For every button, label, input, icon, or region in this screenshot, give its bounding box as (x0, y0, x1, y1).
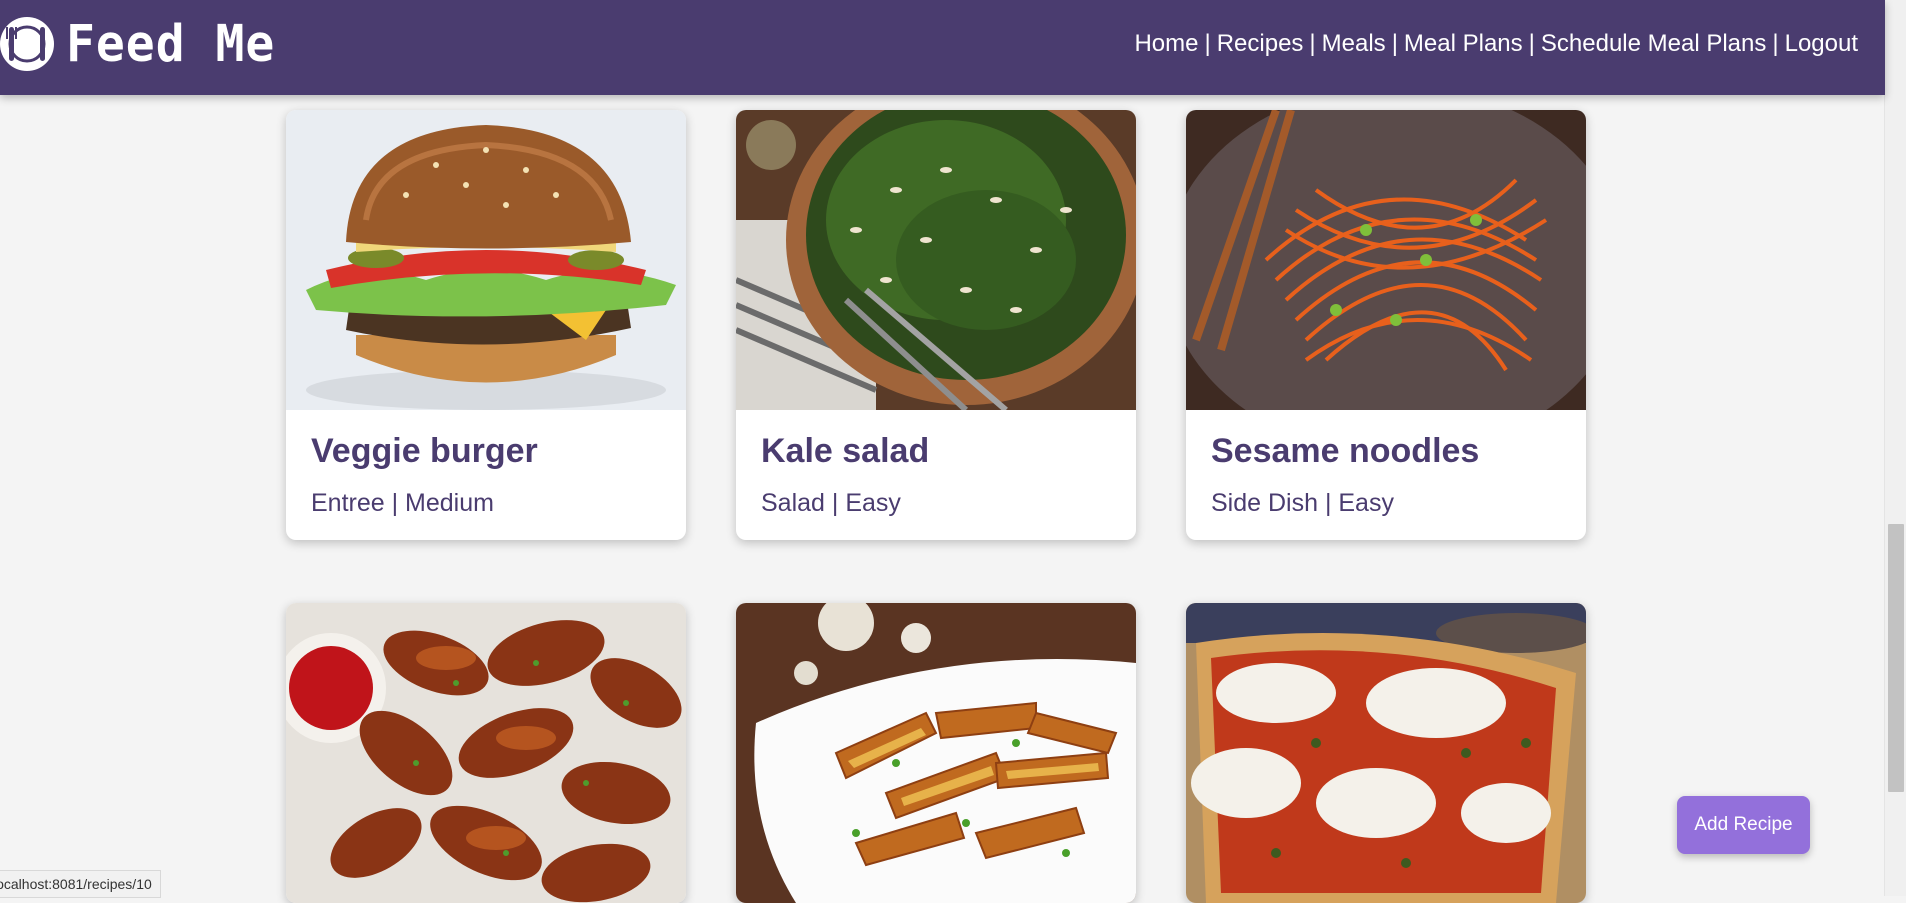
status-url: localhost:8081/recipes/10 (0, 876, 152, 892)
recipe-card-potato-wedges[interactable] (736, 603, 1136, 903)
nav-recipes[interactable]: Recipes (1217, 30, 1304, 57)
add-recipe-button[interactable]: Add Recipe (1677, 796, 1810, 854)
pizza-image (1186, 603, 1586, 903)
nav-separator: | (1204, 30, 1211, 57)
recipe-card-sesame-noodles[interactable]: Sesame noodles Side Dish | Easy (1186, 110, 1586, 540)
sesame-noodles-image (1186, 110, 1586, 410)
nav-separator: | (1528, 30, 1535, 57)
app-header: Feed Me Home | Recipes | Meals | Meal Plans | Sc… (0, 0, 1885, 95)
nav-meal-plans[interactable]: Meal Plans (1404, 30, 1523, 57)
nav-home[interactable]: Home (1134, 30, 1198, 57)
vertical-scrollbar[interactable] (1884, 0, 1906, 896)
app-name: Feed Me (66, 14, 276, 74)
logo[interactable]: Feed Me (0, 14, 275, 74)
potato-wedges-image (736, 603, 1136, 903)
veggie-burger-image (286, 110, 686, 410)
recipe-card-kale-salad[interactable]: Kale salad Salad | Easy (736, 110, 1136, 540)
recipe-card-wings[interactable] (286, 603, 686, 903)
nav-schedule-meal-plans[interactable]: Schedule Meal Plans (1541, 30, 1766, 57)
nav-separator: | (1309, 30, 1316, 57)
scrollbar-thumb[interactable] (1888, 524, 1904, 792)
nav-separator: | (1391, 30, 1398, 57)
main-nav: Home | Recipes | Meals | Meal Plans | Schedule M… (1134, 30, 1858, 58)
recipe-meta: Salad | Easy (761, 489, 901, 517)
nav-logout[interactable]: Logout (1785, 30, 1858, 57)
recipe-card-pizza[interactable] (1186, 603, 1586, 903)
recipe-title: Sesame noodles (1211, 432, 1480, 470)
recipe-title: Kale salad (761, 432, 930, 470)
nav-separator: | (1772, 30, 1779, 57)
fork-knife-plate-icon (0, 17, 54, 71)
recipe-title: Veggie burger (311, 432, 538, 470)
chicken-wings-image (286, 603, 686, 903)
browser-status-bar: localhost:8081/recipes/10 (0, 870, 161, 898)
nav-meals[interactable]: Meals (1322, 30, 1386, 57)
recipe-meta: Side Dish | Easy (1211, 489, 1394, 517)
kale-salad-image (736, 110, 1136, 410)
recipe-card-veggie-burger[interactable]: Veggie burger Entree | Medium (286, 110, 686, 540)
recipe-meta: Entree | Medium (311, 489, 494, 517)
